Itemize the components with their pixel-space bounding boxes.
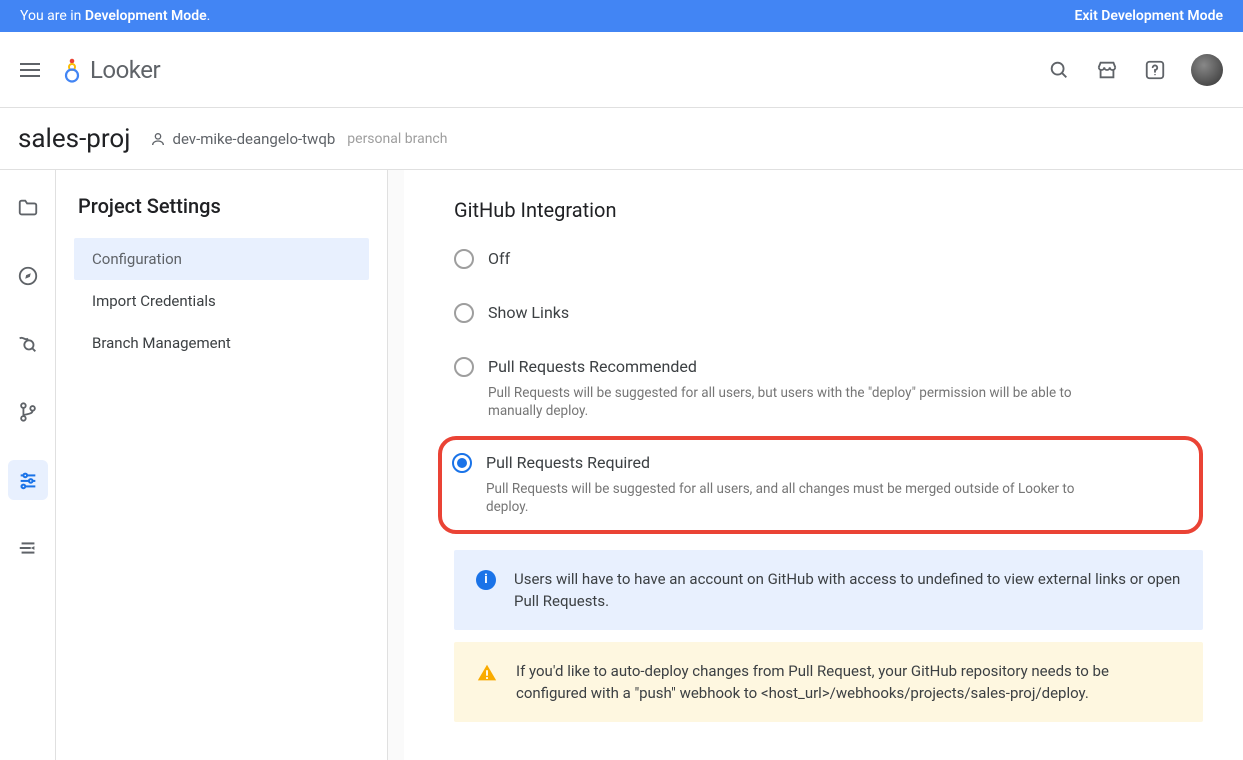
info-alert: i Users will have to have an account on … bbox=[454, 550, 1203, 630]
avatar[interactable] bbox=[1191, 54, 1223, 86]
radio-pr-recommended-desc: Pull Requests will be suggested for all … bbox=[488, 384, 1108, 420]
branch-label: personal branch bbox=[347, 131, 447, 147]
looker-logo-icon bbox=[62, 57, 82, 83]
radio-pr-required-desc: Pull Requests will be suggested for all … bbox=[486, 480, 1106, 516]
radio-pr-required[interactable] bbox=[452, 453, 472, 473]
app-header: Looker bbox=[0, 32, 1243, 108]
info-icon: i bbox=[476, 570, 496, 612]
project-name: sales-proj bbox=[18, 124, 130, 154]
help-icon[interactable] bbox=[1143, 58, 1167, 82]
rail-search-icon[interactable] bbox=[8, 324, 48, 364]
warning-alert-text: If you'd like to auto-deploy changes fro… bbox=[516, 660, 1181, 704]
exit-dev-mode-link[interactable]: Exit Development Mode bbox=[1074, 8, 1223, 24]
menu-icon[interactable] bbox=[20, 58, 44, 82]
rail-format-icon[interactable] bbox=[8, 528, 48, 568]
warning-alert: If you'd like to auto-deploy changes fro… bbox=[454, 642, 1203, 722]
radio-pr-recommended[interactable] bbox=[454, 357, 474, 377]
branch-name: dev-mike-deangelo-twqb bbox=[172, 130, 335, 148]
radio-show-links-label: Show Links bbox=[488, 302, 569, 324]
project-header: sales-proj dev-mike-deangelo-twqb person… bbox=[0, 108, 1243, 170]
sidebar-item-branch-management[interactable]: Branch Management bbox=[74, 322, 369, 364]
brand-name: Looker bbox=[90, 56, 160, 84]
warning-icon bbox=[476, 662, 498, 704]
radio-off-label: Off bbox=[488, 248, 510, 270]
dev-mode-text: You are in Development Mode. bbox=[20, 8, 210, 24]
search-icon[interactable] bbox=[1047, 58, 1071, 82]
info-alert-text: Users will have to have an account on Gi… bbox=[514, 568, 1181, 612]
highlighted-option: Pull Requests Required Pull Requests wil… bbox=[438, 436, 1203, 534]
rail-compass-icon[interactable] bbox=[8, 256, 48, 296]
sidebar-heading: Project Settings bbox=[74, 194, 369, 218]
rail-files-icon[interactable] bbox=[8, 188, 48, 228]
radio-show-links[interactable] bbox=[454, 303, 474, 323]
sidebar-item-import-credentials[interactable]: Import Credentials bbox=[74, 280, 369, 322]
rail-git-icon[interactable] bbox=[8, 392, 48, 432]
content-area: GitHub Integration Off Show Links Pull R… bbox=[388, 170, 1243, 760]
user-icon bbox=[150, 131, 166, 147]
section-title: GitHub Integration bbox=[454, 198, 1203, 222]
dev-mode-banner: You are in Development Mode. Exit Develo… bbox=[0, 0, 1243, 32]
marketplace-icon[interactable] bbox=[1095, 58, 1119, 82]
icon-rail bbox=[0, 170, 56, 760]
radio-pr-recommended-label: Pull Requests Recommended bbox=[488, 356, 697, 378]
branch-selector[interactable]: dev-mike-deangelo-twqb personal branch bbox=[150, 130, 447, 148]
sidebar: Project Settings Configuration Import Cr… bbox=[56, 170, 388, 760]
logo[interactable]: Looker bbox=[62, 56, 160, 84]
radio-off[interactable] bbox=[454, 249, 474, 269]
radio-pr-required-label: Pull Requests Required bbox=[486, 452, 650, 474]
rail-settings-icon[interactable] bbox=[8, 460, 48, 500]
sidebar-item-configuration[interactable]: Configuration bbox=[74, 238, 369, 280]
